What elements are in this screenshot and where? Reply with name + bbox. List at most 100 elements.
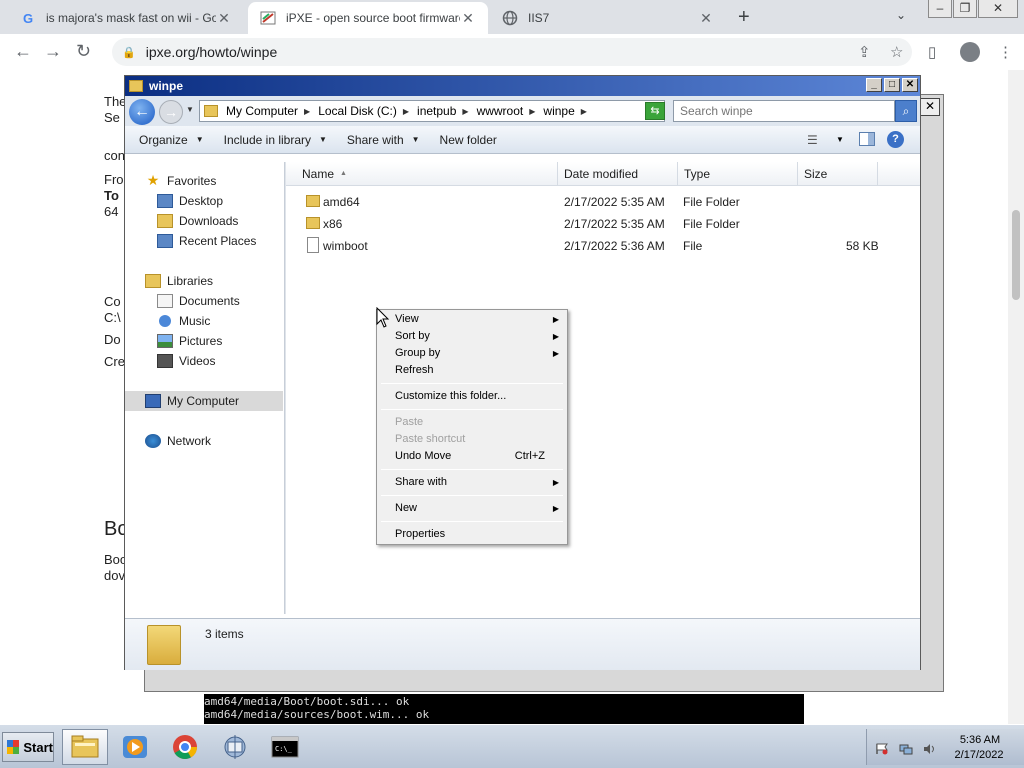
breadcrumb-item[interactable]: inetpub ▶	[417, 104, 469, 118]
close-tab-icon[interactable]: ✕	[698, 10, 714, 27]
chevron-right-icon[interactable]: ▶	[304, 107, 310, 116]
network-status-icon[interactable]	[899, 743, 913, 755]
file-type: File Folder	[683, 195, 740, 209]
close-icon[interactable]: ✕	[902, 78, 918, 92]
menu-item-sort-by[interactable]: Sort by ▶	[377, 328, 567, 345]
reload-icon[interactable]: ↻	[76, 41, 91, 62]
new-tab-plus-icon[interactable]: +	[738, 6, 750, 29]
breadcrumb-item[interactable]: My Computer ▶	[226, 104, 310, 118]
nav-desktop[interactable]: Desktop	[125, 191, 283, 211]
nav-network[interactable]: Network	[125, 431, 283, 451]
menu-item-new[interactable]: New ▶	[377, 500, 567, 517]
chevron-right-icon[interactable]: ▶	[462, 107, 468, 116]
chevron-right-icon[interactable]: ▶	[581, 107, 587, 116]
share-with-button[interactable]: Share with ▼	[347, 133, 420, 147]
menu-item-properties[interactable]: Properties	[377, 526, 567, 543]
column-header-type[interactable]: Type	[678, 162, 798, 186]
scrollbar-thumb[interactable]	[1012, 210, 1020, 300]
taskbar-chrome[interactable]	[162, 729, 208, 765]
clock-time[interactable]: 5:36 AM	[950, 734, 1010, 746]
file-row[interactable]: x86 2/17/2022 5:35 AM File Folder	[286, 213, 920, 235]
background-window-close-icon[interactable]: ✕	[920, 98, 940, 116]
view-options-chevron-icon[interactable]: ▼	[836, 135, 844, 144]
back-arrow-icon[interactable]: ←	[14, 41, 32, 62]
refresh-icon[interactable]: ⇆	[645, 102, 665, 120]
nav-documents[interactable]: Documents	[125, 291, 283, 311]
column-header-size[interactable]: Size	[798, 162, 878, 186]
action-center-flag-icon[interactable]	[875, 743, 889, 755]
close-tab-icon[interactable]: ✕	[216, 10, 232, 27]
chevron-down-icon: ▼	[411, 135, 420, 144]
item-count: 3 items	[205, 627, 244, 641]
breadcrumb-item[interactable]: wwwroot ▶	[477, 104, 536, 118]
menu-item-group-by[interactable]: Group by ▶	[377, 345, 567, 362]
taskbar-explorer[interactable]	[62, 729, 108, 765]
menu-item-view[interactable]: View ▶	[377, 311, 567, 328]
menu-item-paste-shortcut: Paste shortcut	[377, 431, 567, 448]
tab-ipxe[interactable]: iPXE - open source boot firmware [ ✕	[248, 2, 488, 34]
submenu-arrow-icon: ▶	[552, 349, 559, 358]
breadcrumb-item[interactable]: Local Disk (C:) ▶	[318, 104, 409, 118]
file-type: File Folder	[683, 217, 740, 231]
chevron-right-icon[interactable]: ▶	[403, 107, 409, 116]
forward-arrow-icon[interactable]: →	[44, 41, 62, 62]
kebab-menu-icon[interactable]: ⋮	[998, 43, 1013, 61]
menu-item-share-with[interactable]: Share with ▶	[377, 474, 567, 491]
file-row[interactable]: amd64 2/17/2022 5:35 AM File Folder	[286, 191, 920, 213]
share-icon[interactable]: ⇪	[858, 43, 871, 61]
menu-item-customize-folder[interactable]: Customize this folder...	[377, 388, 567, 405]
nav-music[interactable]: Music	[125, 311, 283, 331]
page-scrollbar[interactable]	[1008, 70, 1024, 724]
explorer-title-bar[interactable]: winpe	[125, 76, 920, 96]
clock-date[interactable]: 2/17/2022	[944, 749, 1014, 761]
google-icon: G	[22, 10, 34, 26]
recent-pages-chevron-icon[interactable]: ▼	[186, 105, 194, 114]
breadcrumb-item[interactable]: winpe ▶	[543, 104, 587, 118]
nav-my-computer[interactable]: My Computer	[125, 391, 283, 411]
nav-favorites[interactable]: ★ Favorites	[125, 171, 283, 191]
search-input[interactable]	[673, 100, 895, 122]
nav-recent-places[interactable]: Recent Places	[125, 231, 283, 251]
change-view-icon[interactable]: ☰	[807, 133, 818, 147]
nav-libraries[interactable]: Libraries	[125, 271, 283, 291]
organize-button[interactable]: Organize ▼	[139, 133, 204, 147]
back-arrow-icon[interactable]: ←	[129, 99, 155, 125]
minimize-icon[interactable]: _	[866, 78, 882, 92]
restore-window-icon[interactable]: ❐	[953, 0, 977, 18]
nav-videos[interactable]: Videos	[125, 351, 283, 371]
new-folder-button[interactable]: New folder	[440, 133, 497, 147]
taskbar-command-prompt[interactable]: C:\_	[262, 729, 308, 765]
help-icon[interactable]: ?	[887, 131, 904, 148]
close-window-icon[interactable]: ✕	[978, 0, 1018, 18]
chevron-down-icon: ▼	[195, 135, 204, 144]
bookmark-star-icon[interactable]: ☆	[890, 43, 903, 61]
profile-avatar[interactable]	[960, 42, 980, 62]
tab-iis7[interactable]: IIS7 ✕	[490, 2, 726, 34]
menu-item-undo-move[interactable]: Undo Move Ctrl+Z	[377, 448, 567, 465]
menu-item-refresh[interactable]: Refresh	[377, 362, 567, 379]
menu-label: Refresh	[395, 364, 434, 376]
column-header-date-modified[interactable]: Date modified	[558, 162, 678, 186]
breadcrumb[interactable]: My Computer ▶ Local Disk (C:) ▶ inetpub ▶ w…	[199, 100, 665, 122]
tab-google-search[interactable]: G is majora's mask fast on wii - Googl ✕	[8, 2, 244, 34]
side-panel-icon[interactable]: ▯	[928, 43, 936, 61]
forward-arrow-icon[interactable]: →	[159, 100, 183, 124]
close-tab-icon[interactable]: ✕	[460, 10, 476, 27]
search-icon[interactable]: ⌕	[895, 100, 917, 122]
nav-pictures[interactable]: Pictures	[125, 331, 283, 351]
start-button[interactable]: Start	[2, 732, 54, 762]
nav-downloads[interactable]: Downloads	[125, 211, 283, 231]
taskbar-network-tool[interactable]	[212, 729, 258, 765]
minimize-window-icon[interactable]: –	[928, 0, 952, 18]
include-in-library-button[interactable]: Include in library ▼	[224, 133, 327, 147]
command-label: Organize	[139, 132, 188, 147]
tab-search-chevron-icon[interactable]: ⌄	[896, 8, 906, 22]
maximize-icon[interactable]: □	[884, 78, 900, 92]
volume-icon[interactable]	[923, 743, 937, 755]
column-header-name[interactable]: Name ▲	[296, 162, 558, 186]
address-bar[interactable]: 🔒 ipxe.org/howto/winpe	[112, 38, 912, 66]
preview-pane-icon[interactable]	[859, 132, 875, 146]
taskbar-media-player[interactable]	[112, 729, 158, 765]
file-row[interactable]: wimboot 2/17/2022 5:36 AM File 58 KB	[286, 235, 920, 257]
chevron-right-icon[interactable]: ▶	[529, 107, 535, 116]
